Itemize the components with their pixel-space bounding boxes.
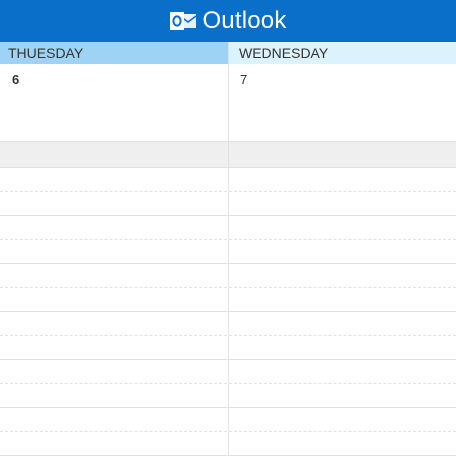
day-header-row: THUESDAY WEDNESDAY — [0, 42, 456, 64]
time-slot — [0, 432, 456, 456]
date-cell-6[interactable]: 6 — [0, 64, 228, 142]
time-slot — [0, 360, 456, 384]
time-slot — [0, 240, 456, 264]
time-slot — [0, 288, 456, 312]
time-slot-cell[interactable] — [0, 216, 228, 239]
time-grid — [0, 168, 456, 456]
app-header: Outlook — [0, 0, 456, 42]
time-slot-cell[interactable] — [0, 432, 228, 455]
all-day-cell[interactable] — [0, 142, 228, 168]
time-slot — [0, 168, 456, 192]
all-day-row — [0, 142, 456, 168]
outlook-icon — [169, 10, 197, 32]
time-slot-cell[interactable] — [0, 360, 228, 383]
time-slot-cell[interactable] — [228, 192, 456, 215]
time-slot-cell[interactable] — [228, 288, 456, 311]
time-slot — [0, 336, 456, 360]
time-slot-cell[interactable] — [228, 360, 456, 383]
time-slot-cell[interactable] — [0, 336, 228, 359]
time-slot — [0, 264, 456, 288]
time-slot-cell[interactable] — [0, 288, 228, 311]
time-slot-cell[interactable] — [0, 312, 228, 335]
time-slot-cell[interactable] — [228, 264, 456, 287]
time-slot — [0, 192, 456, 216]
time-slot-cell[interactable] — [0, 408, 228, 431]
time-slot-cell[interactable] — [228, 384, 456, 407]
time-slot — [0, 384, 456, 408]
time-slot — [0, 216, 456, 240]
time-slot-cell[interactable] — [0, 168, 228, 191]
time-slot — [0, 312, 456, 336]
time-slot-cell[interactable] — [0, 384, 228, 407]
all-day-cell[interactable] — [228, 142, 456, 168]
time-slot-cell[interactable] — [228, 312, 456, 335]
outlook-logo: Outlook — [169, 7, 286, 35]
time-slot-cell[interactable] — [228, 432, 456, 455]
time-slot-cell[interactable] — [228, 240, 456, 263]
date-cell-7[interactable]: 7 — [228, 64, 456, 142]
day-header-wednesday[interactable]: WEDNESDAY — [228, 42, 456, 64]
time-slot-cell[interactable] — [228, 168, 456, 191]
time-slot — [0, 408, 456, 432]
app-title: Outlook — [202, 7, 287, 34]
time-slot-cell[interactable] — [228, 408, 456, 431]
date-row: 6 7 — [0, 64, 456, 142]
day-header-thursday[interactable]: THUESDAY — [0, 42, 228, 64]
time-slot-cell[interactable] — [0, 192, 228, 215]
time-slot-cell[interactable] — [0, 264, 228, 287]
time-slot-cell[interactable] — [228, 336, 456, 359]
time-slot-cell[interactable] — [228, 216, 456, 239]
time-slot-cell[interactable] — [0, 240, 228, 263]
